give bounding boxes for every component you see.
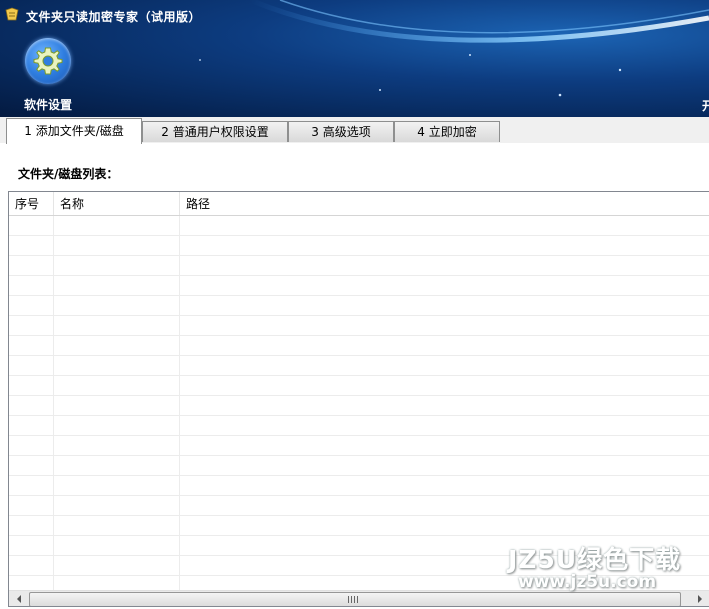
tab-encrypt-now[interactable]: 4 立即加密 xyxy=(394,121,500,142)
column-header-index[interactable]: 序号 xyxy=(9,192,54,215)
list-row-empty[interactable] xyxy=(9,316,709,336)
list-row-empty[interactable] xyxy=(9,276,709,296)
list-row-empty[interactable] xyxy=(9,496,709,516)
window-title: 文件夹只读加密专家（试用版） xyxy=(26,10,202,24)
column-header-path[interactable]: 路径 xyxy=(180,192,709,215)
software-settings-button[interactable]: 软件设置 xyxy=(14,36,82,114)
tab-user-permissions[interactable]: 2 普通用户权限设置 xyxy=(142,121,288,142)
list-row-empty[interactable] xyxy=(9,416,709,436)
tab-add-folder-disk[interactable]: 1 添加文件夹/磁盘 xyxy=(6,118,142,144)
list-row-empty[interactable] xyxy=(9,456,709,476)
list-row-empty[interactable] xyxy=(9,396,709,416)
scroll-left-arrow-icon[interactable] xyxy=(11,591,28,607)
list-row-empty[interactable] xyxy=(9,376,709,396)
list-row-empty[interactable] xyxy=(9,516,709,536)
watermark: JZ5U绿色下载 www.jz5u.com xyxy=(508,540,704,600)
folder-disk-list-label: 文件夹/磁盘列表： xyxy=(18,167,119,181)
list-row-empty[interactable] xyxy=(9,236,709,256)
watermark-line1: JZ5U绿色下载 xyxy=(508,545,682,574)
list-rows xyxy=(9,216,709,592)
column-header-name[interactable]: 名称 xyxy=(54,192,180,215)
watermark-line2: www.jz5u.com xyxy=(518,572,657,592)
scrollbar-grip-icon xyxy=(348,596,358,603)
tab-bar: 1 添加文件夹/磁盘 2 普通用户权限设置 3 高级选项 4 立即加密 xyxy=(0,117,709,144)
list-row-empty[interactable] xyxy=(9,336,709,356)
list-header: 序号 名称 路径 xyxy=(9,192,709,216)
gear-icon xyxy=(33,47,63,75)
list-row-empty[interactable] xyxy=(9,256,709,276)
gear-icon-background xyxy=(25,38,71,84)
software-settings-label: 软件设置 xyxy=(24,98,73,112)
list-row-empty[interactable] xyxy=(9,476,709,496)
list-row-empty[interactable] xyxy=(9,436,709,456)
list-row-empty[interactable] xyxy=(9,216,709,236)
app-header: 文件夹只读加密专家（试用版） 软件设置 开 xyxy=(0,0,709,117)
list-row-empty[interactable] xyxy=(9,356,709,376)
tab-advanced-options[interactable]: 3 高级选项 xyxy=(288,121,394,142)
app-logo-icon xyxy=(5,7,19,21)
list-row-empty[interactable] xyxy=(9,296,709,316)
truncated-toolbar-label[interactable]: 开 xyxy=(702,97,709,114)
